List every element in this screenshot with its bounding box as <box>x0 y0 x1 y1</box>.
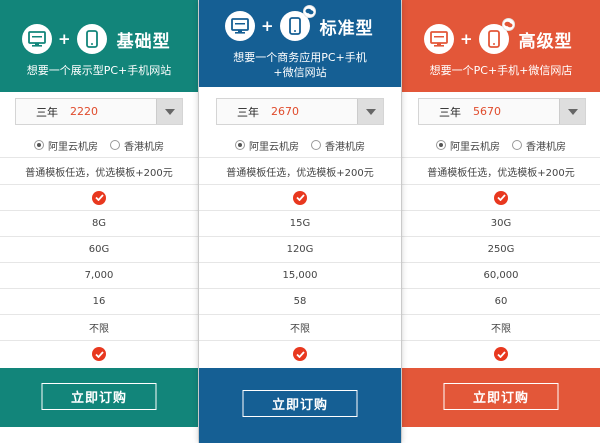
feature-check-row <box>402 341 600 367</box>
pages-row: 58 <box>199 289 401 315</box>
visits-row: 7,000 <box>0 263 198 289</box>
pc-icon <box>225 11 255 41</box>
datacenter-options: 阿里云机房 香港机房 <box>402 133 600 158</box>
plan-standard: + 标准型 想要一个商务应用PC+手机 +微信网站 三年 2670 阿里云机房 … <box>199 0 401 443</box>
feature-check-row <box>199 341 401 367</box>
pages-row: 60 <box>402 289 600 315</box>
term-price: 5670 <box>473 105 501 118</box>
term-year: 三年 <box>237 105 259 119</box>
traffic-row: 60G <box>0 237 198 263</box>
plan-subtitle: 想要一个PC+手机+微信网店 <box>402 63 600 78</box>
space-row: 30G <box>402 211 600 237</box>
feature-check-row <box>199 185 401 211</box>
radio-hongkong[interactable]: 香港机房 <box>512 138 566 153</box>
check-icon <box>293 190 307 205</box>
term-price: 2220 <box>70 105 98 118</box>
space-row: 8G <box>0 211 198 237</box>
mobile-icon <box>279 5 316 41</box>
chevron-down-icon[interactable] <box>156 99 182 124</box>
radio-dot-icon[interactable] <box>235 140 245 150</box>
radio-dot-icon[interactable] <box>512 140 522 150</box>
radio-aliyun[interactable]: 阿里云机房 <box>34 138 98 153</box>
template-row: 普通模板任选，优选模板+200元 <box>0 159 198 185</box>
plan-basic: + 基础型 想要一个展示型PC+手机网站 三年 2220 阿里云机房 香港机房 … <box>0 0 199 443</box>
radio-hongkong[interactable]: 香港机房 <box>311 138 365 153</box>
term-year: 三年 <box>439 105 461 119</box>
check-icon <box>494 190 508 205</box>
plan-title: 高级型 <box>518 31 573 52</box>
space-row: 15G <box>199 211 401 237</box>
check-icon <box>494 347 508 361</box>
visits-row: 15,000 <box>199 263 401 289</box>
plan-header: + 标准型 想要一个商务应用PC+手机 +微信网站 <box>199 0 401 87</box>
order-button[interactable]: 立即订购 <box>242 390 358 417</box>
plan-header: + 高级型 想要一个PC+手机+微信网店 <box>402 0 600 92</box>
radio-label: 香港机房 <box>325 141 365 153</box>
mobile-icon <box>76 24 107 54</box>
plan-subtitle: 想要一个展示型PC+手机网站 <box>0 63 198 78</box>
limit-row: 不限 <box>402 315 600 341</box>
template-row: 普通模板任选，优选模板+200元 <box>199 159 401 185</box>
traffic-row: 250G <box>402 237 600 263</box>
pc-icon <box>424 24 454 54</box>
chevron-down-icon[interactable] <box>357 99 383 124</box>
chevron-down-icon[interactable] <box>559 99 585 124</box>
limit-row: 不限 <box>199 315 401 341</box>
datacenter-options: 阿里云机房 香港机房 <box>0 133 198 158</box>
plan-title: 标准型 <box>319 18 374 39</box>
term-select[interactable]: 三年 2220 <box>15 98 183 125</box>
term-year: 三年 <box>36 105 58 119</box>
template-row: 普通模板任选，优选模板+200元 <box>402 159 600 185</box>
radio-dot-icon[interactable] <box>34 140 44 150</box>
device-icons: + 高级型 <box>424 18 573 54</box>
visits-row: 60,000 <box>402 263 600 289</box>
radio-label: 香港机房 <box>124 141 164 153</box>
radio-dot-icon[interactable] <box>436 140 446 150</box>
check-icon <box>92 347 106 361</box>
plan-title: 基础型 <box>116 31 171 52</box>
radio-dot-icon[interactable] <box>110 140 120 150</box>
radio-label: 阿里云机房 <box>450 141 500 153</box>
radio-label: 阿里云机房 <box>249 141 299 153</box>
plan-subtitle-line: 想要一个展示型PC+手机网站 <box>26 64 172 77</box>
traffic-row: 120G <box>199 237 401 263</box>
plus-sign: + <box>58 30 71 48</box>
order-button[interactable]: 立即订购 <box>41 383 157 410</box>
feature-check-row <box>0 185 198 211</box>
plan-header: + 基础型 想要一个展示型PC+手机网站 <box>0 0 198 92</box>
check-icon <box>293 347 307 361</box>
device-icons: + 标准型 <box>225 5 374 41</box>
plan-subtitle-line: 想要一个商务应用PC+手机 <box>233 51 367 64</box>
device-icons: + 基础型 <box>22 24 171 54</box>
pc-icon <box>22 24 52 54</box>
feature-check-row <box>402 185 600 211</box>
plan-footer: 立即订购 <box>402 368 600 427</box>
plan-footer: 立即订购 <box>0 368 198 427</box>
wechat-icon <box>501 18 515 31</box>
radio-aliyun[interactable]: 阿里云机房 <box>436 138 500 153</box>
order-button[interactable]: 立即订购 <box>443 383 559 410</box>
plus-sign: + <box>261 17 274 35</box>
plan-footer: 立即订购 <box>199 368 401 443</box>
radio-hongkong[interactable]: 香港机房 <box>110 138 164 153</box>
radio-label: 阿里云机房 <box>48 141 98 153</box>
limit-row: 不限 <box>0 315 198 341</box>
term-select[interactable]: 三年 5670 <box>418 98 586 125</box>
radio-dot-icon[interactable] <box>311 140 321 150</box>
datacenter-options: 阿里云机房 香港机房 <box>199 133 401 158</box>
mobile-icon <box>478 18 515 54</box>
radio-label: 香港机房 <box>526 141 566 153</box>
plan-subtitle: 想要一个商务应用PC+手机 +微信网站 <box>199 50 401 80</box>
term-select[interactable]: 三年 2670 <box>216 98 384 125</box>
plan-subtitle-line: +微信网站 <box>273 66 327 79</box>
plus-sign: + <box>460 30 473 48</box>
radio-aliyun[interactable]: 阿里云机房 <box>235 138 299 153</box>
plan-subtitle-line: 想要一个PC+手机+微信网店 <box>429 64 573 77</box>
plan-advanced: + 高级型 想要一个PC+手机+微信网店 三年 5670 阿里云机房 香港机房 … <box>401 0 600 443</box>
term-price: 2670 <box>271 105 299 118</box>
pages-row: 16 <box>0 289 198 315</box>
check-icon <box>92 190 106 205</box>
wechat-icon <box>302 5 316 18</box>
feature-check-row <box>0 341 198 367</box>
